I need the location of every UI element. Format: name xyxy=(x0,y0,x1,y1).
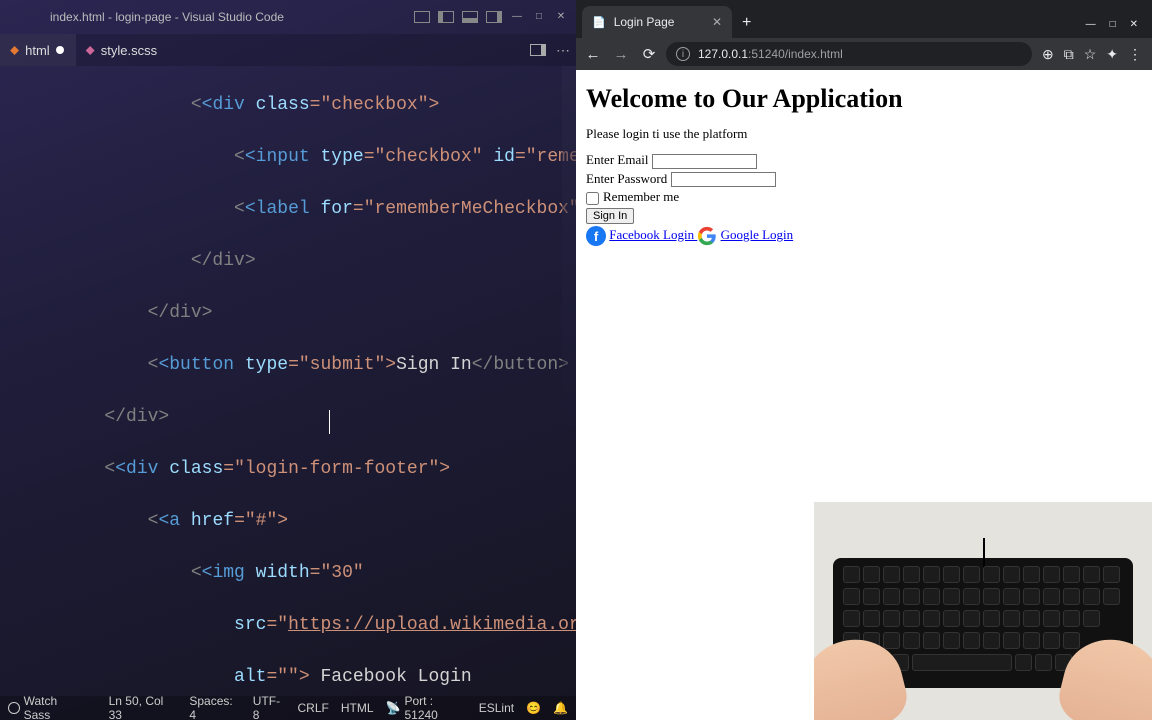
bell-icon[interactable]: 🔔 xyxy=(553,701,568,715)
html-file-icon: ⬥ xyxy=(10,42,19,58)
modified-dot-icon xyxy=(56,46,64,54)
tab-style-scss[interactable]: ⬥ style.scss xyxy=(76,34,169,66)
eol[interactable]: CRLF xyxy=(298,701,329,715)
split-editor-icon[interactable] xyxy=(530,44,546,56)
back-button[interactable]: ← xyxy=(582,46,604,63)
encoding[interactable]: UTF-8 xyxy=(253,694,286,720)
text-cursor xyxy=(329,410,330,434)
panel-right-icon[interactable] xyxy=(486,11,502,23)
password-input[interactable] xyxy=(671,172,776,187)
feedback-icon[interactable]: 😊 xyxy=(526,701,541,715)
browser-window: 📄 Login Page ✕ + — □ ✕ ← → ⟳ i 127.0.0.1… xyxy=(576,0,1152,720)
zoom-icon[interactable]: ⊕ xyxy=(1042,46,1054,63)
maximize-button[interactable]: □ xyxy=(1110,19,1116,30)
url-host: 127.0.0.1 xyxy=(698,47,748,61)
email-label: Enter Email xyxy=(586,152,648,167)
scss-file-icon: ⬥ xyxy=(86,42,95,58)
new-tab-button[interactable]: + xyxy=(732,14,761,38)
google-icon xyxy=(697,226,717,246)
url-port: :51240/ xyxy=(748,47,788,61)
live-server-port[interactable]: 📡 Port : 51240 xyxy=(386,694,467,720)
browser-tab[interactable]: 📄 Login Page ✕ xyxy=(582,6,732,38)
layout-icon[interactable] xyxy=(414,11,430,23)
site-info-icon[interactable]: i xyxy=(676,47,690,61)
keyboard-image xyxy=(833,558,1133,688)
watch-sass-button[interactable]: Watch Sass xyxy=(8,694,85,720)
minimap[interactable] xyxy=(562,66,576,426)
code-editor[interactable]: <<div class="checkbox"> <<input type="ch… xyxy=(0,66,576,696)
page-favicon-icon: 📄 xyxy=(592,16,606,29)
page-subtitle: Please login ti use the platform xyxy=(586,126,1142,142)
browser-tabstrip: 📄 Login Page ✕ + — □ ✕ xyxy=(576,0,1152,38)
facebook-icon: f xyxy=(586,226,606,246)
close-tab-icon[interactable]: ✕ xyxy=(712,15,722,29)
vscode-window: index.html - login-page - Visual Studio … xyxy=(0,0,576,720)
google-login-link[interactable]: Google Login xyxy=(721,227,794,242)
extensions-icon[interactable]: ✦ xyxy=(1106,46,1118,63)
language-mode[interactable]: HTML xyxy=(341,701,374,715)
email-input[interactable] xyxy=(652,154,757,169)
status-bar: Watch Sass Ln 50, Col 33 Spaces: 4 UTF-8… xyxy=(0,696,576,720)
tab-filename: html xyxy=(25,43,50,58)
browser-toolbar: ← → ⟳ i 127.0.0.1:51240/index.html ⊕ ⧉ ☆… xyxy=(576,38,1152,70)
forward-button[interactable]: → xyxy=(610,46,632,63)
minimize-button[interactable]: — xyxy=(1086,19,1096,30)
window-title: index.html - login-page - Visual Studio … xyxy=(26,10,414,24)
remember-label: Remember me xyxy=(603,189,679,204)
url-path: index.html xyxy=(788,47,843,61)
panel-bottom-icon[interactable] xyxy=(462,11,478,23)
indentation[interactable]: Spaces: 4 xyxy=(189,694,240,720)
eye-icon xyxy=(8,702,20,714)
maximize-button[interactable]: □ xyxy=(532,11,546,23)
refresh-button[interactable]: ⟳ xyxy=(638,45,660,63)
signin-button[interactable]: Sign In xyxy=(586,208,634,224)
bookmark-icon[interactable]: ☆ xyxy=(1084,46,1097,63)
cursor-position[interactable]: Ln 50, Col 33 xyxy=(109,694,178,720)
facebook-login-link[interactable]: Facebook Login xyxy=(609,227,697,242)
eslint-status[interactable]: ESLint xyxy=(479,701,514,715)
close-button[interactable]: ✕ xyxy=(1130,19,1138,30)
editor-tabstrip: ⬥ html ⬥ style.scss ⋯ xyxy=(0,34,576,66)
close-button[interactable]: ✕ xyxy=(554,11,568,23)
tab-filename: style.scss xyxy=(101,43,157,58)
address-bar[interactable]: i 127.0.0.1:51240/index.html xyxy=(666,42,1032,66)
rendered-page: Welcome to Our Application Please login … xyxy=(576,70,1152,720)
tab-title: Login Page xyxy=(614,15,675,29)
panel-left-icon[interactable] xyxy=(438,11,454,23)
remember-checkbox[interactable] xyxy=(586,192,599,205)
vscode-titlebar: index.html - login-page - Visual Studio … xyxy=(0,0,576,34)
page-heading: Welcome to Our Application xyxy=(586,84,1142,114)
tab-index-html[interactable]: ⬥ html xyxy=(0,34,76,66)
more-icon[interactable]: ⋯ xyxy=(556,42,570,59)
reader-icon[interactable]: ⧉ xyxy=(1064,46,1074,63)
password-label: Enter Password xyxy=(586,171,667,186)
webcam-overlay xyxy=(814,502,1152,720)
minimize-button[interactable]: — xyxy=(510,11,524,23)
menu-icon[interactable]: ⋮ xyxy=(1128,46,1142,63)
